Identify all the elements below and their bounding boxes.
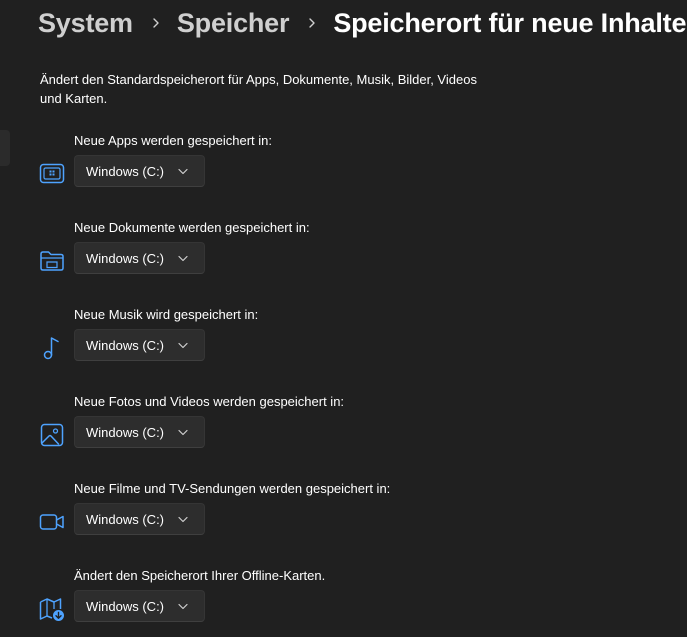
page-description: Ändert den Standardspeicherort für Apps,… bbox=[40, 72, 477, 106]
map-download-icon bbox=[38, 595, 66, 623]
dropdown-value: Windows (C:) bbox=[86, 511, 165, 527]
chevron-down-icon bbox=[178, 516, 188, 523]
chevron-down-icon bbox=[178, 429, 188, 436]
breadcrumb: System Speicher Speicherort für neue Inh… bbox=[38, 4, 686, 42]
dropdown-value: Windows (C:) bbox=[86, 598, 165, 614]
music-location-dropdown[interactable]: Windows (C:) bbox=[74, 329, 205, 361]
dropdown-value: Windows (C:) bbox=[86, 424, 165, 440]
setting-music: Neue Musik wird gespeichert in: Windows … bbox=[0, 306, 687, 376]
chevron-down-icon bbox=[178, 603, 188, 610]
movies-location-dropdown[interactable]: Windows (C:) bbox=[74, 503, 205, 535]
chevron-down-icon bbox=[178, 255, 188, 262]
setting-label: Neue Filme und TV-Sendungen werden gespe… bbox=[74, 481, 391, 496]
chevron-right-icon bbox=[151, 18, 161, 28]
breadcrumb-system[interactable]: System bbox=[38, 8, 133, 39]
photos-location-dropdown[interactable]: Windows (C:) bbox=[74, 416, 205, 448]
apps-icon bbox=[38, 160, 66, 188]
chevron-down-icon bbox=[178, 342, 188, 349]
setting-label: Neue Apps werden gespeichert in: bbox=[74, 133, 273, 148]
setting-label: Neue Fotos und Videos werden gespeichert… bbox=[74, 394, 345, 409]
dropdown-value: Windows (C:) bbox=[86, 337, 165, 353]
documents-location-dropdown[interactable]: Windows (C:) bbox=[74, 242, 205, 274]
setting-label: Ändert den Speicherort Ihrer Offline-Kar… bbox=[74, 568, 326, 583]
page-title: Speicherort für neue Inhalte bbox=[333, 7, 687, 38]
setting-photos-videos: Neue Fotos und Videos werden gespeichert… bbox=[0, 393, 687, 463]
chevron-right-icon bbox=[307, 18, 317, 28]
music-note-icon bbox=[38, 334, 66, 362]
setting-apps: Neue Apps werden gespeichert in: Windows… bbox=[0, 132, 687, 202]
setting-offline-maps: Ändert den Speicherort Ihrer Offline-Kar… bbox=[0, 567, 687, 637]
documents-folder-icon bbox=[38, 247, 66, 275]
setting-documents: Neue Dokumente werden gespeichert in: Wi… bbox=[0, 219, 687, 289]
photo-icon bbox=[38, 421, 66, 449]
breadcrumb-speicher[interactable]: Speicher bbox=[177, 8, 290, 39]
setting-label: Neue Musik wird gespeichert in: bbox=[74, 307, 259, 322]
setting-movies-tv: Neue Filme und TV-Sendungen werden gespe… bbox=[0, 480, 687, 550]
chevron-down-icon bbox=[178, 168, 188, 175]
video-camera-icon bbox=[38, 508, 66, 536]
maps-location-dropdown[interactable]: Windows (C:) bbox=[74, 590, 205, 622]
dropdown-value: Windows (C:) bbox=[86, 250, 165, 266]
dropdown-value: Windows (C:) bbox=[86, 163, 165, 179]
apps-location-dropdown[interactable]: Windows (C:) bbox=[74, 155, 205, 187]
setting-label: Neue Dokumente werden gespeichert in: bbox=[74, 220, 310, 235]
